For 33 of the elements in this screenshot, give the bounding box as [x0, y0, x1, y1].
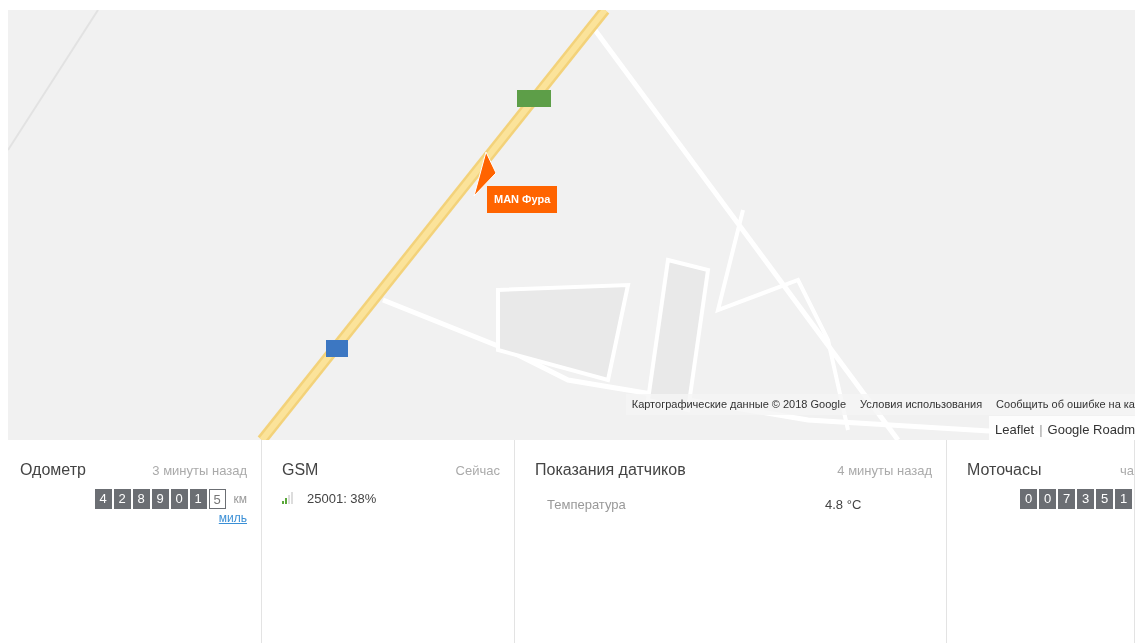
- update-time: 4 минуты назад: [837, 462, 932, 480]
- odometer-digit: 0: [1020, 488, 1037, 509]
- leaflet-link[interactable]: Leaflet: [995, 422, 1035, 437]
- update-time: ча: [1120, 462, 1134, 480]
- odometer-digit: 0: [170, 488, 188, 509]
- odometer-digit: 7: [1058, 488, 1075, 509]
- separator: |: [1039, 422, 1043, 437]
- attribution-link[interactable]: Сообщить об ошибке на ка: [996, 396, 1135, 413]
- widget-title: Одометр: [20, 460, 86, 480]
- sensor-name: Температура: [546, 496, 627, 514]
- odometer-digit: 5: [1096, 488, 1113, 509]
- odometer-digit: 0: [1039, 488, 1056, 509]
- widget-title: GSM: [282, 460, 319, 480]
- odometer-digit: 4: [94, 488, 112, 509]
- widget-title: Показания датчиков: [535, 460, 686, 480]
- update-time: Сейчас: [455, 462, 500, 480]
- attribution-link[interactable]: Картографические данные © 2018 Google: [631, 396, 846, 413]
- widget-title: Моточасы: [967, 460, 1042, 480]
- unit-switch-link[interactable]: миль: [218, 508, 247, 527]
- odometer-digit: 8: [132, 488, 150, 509]
- attribution-link[interactable]: Условия использования: [860, 396, 983, 413]
- odometer-digit: 1: [1115, 488, 1132, 509]
- layer-name: Google Roadm: [1047, 422, 1135, 437]
- odometer-digit: 3: [1077, 488, 1094, 509]
- odometer-digit: 5: [208, 488, 226, 509]
- gsm-value: 25001: 38%: [307, 489, 377, 508]
- signal-icon: [282, 492, 294, 505]
- sensor-value: 4.8 °C: [825, 496, 862, 514]
- odometer-digit: 9: [151, 488, 169, 509]
- unit-label: км: [233, 490, 247, 508]
- odometer-digit: 2: [113, 488, 131, 509]
- odometer-digit: 1: [189, 488, 207, 509]
- update-time: 3 минуты назад: [152, 462, 247, 480]
